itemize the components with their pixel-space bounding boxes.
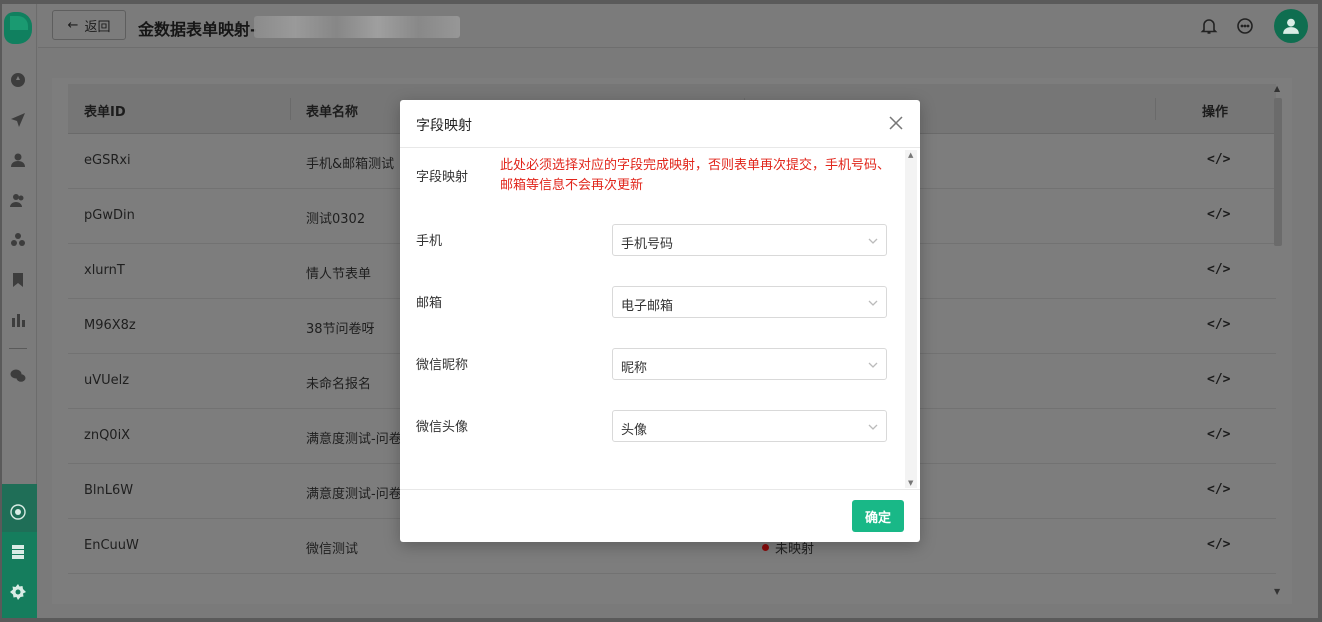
row-form-name: 满意度测试-问卷 [306, 487, 402, 502]
user-avatar[interactable] [1274, 9, 1308, 43]
wechat-icon[interactable] [10, 368, 26, 384]
code-icon[interactable]: </> [1207, 427, 1230, 442]
users-icon[interactable] [10, 192, 26, 208]
row-form-id: uVUelz [84, 373, 130, 388]
warning-notice: 此处必须选择对应的字段完成映射，否则表单再次提交，手机号码、邮箱等信息不会再次更… [500, 158, 891, 193]
row-form-id: M96X8z [84, 318, 136, 333]
field-label-nickname: 微信昵称 [416, 358, 469, 373]
chevron-down-icon [868, 235, 878, 245]
row-form-name: 满意度测试-问卷 [306, 432, 402, 447]
sidebar-bottom-panel [2, 484, 37, 618]
settings-gear-icon[interactable] [10, 584, 26, 600]
dialog-scrollbar[interactable]: ▲ ▼ [905, 150, 917, 488]
scrollbar-thumb[interactable] [1274, 98, 1282, 246]
bell-icon[interactable] [1200, 17, 1218, 39]
top-bar: ← 返回 金数据表单映射- [38, 4, 1318, 48]
page-scrollbar[interactable]: ▲ ▼ [1272, 84, 1284, 596]
field-label-email: 邮箱 [416, 296, 443, 311]
user-icon[interactable] [10, 152, 26, 168]
code-icon[interactable]: </> [1207, 482, 1230, 497]
field-label-phone: 手机 [416, 234, 443, 249]
group-icon[interactable] [10, 232, 26, 248]
scroll-down-arrow[interactable]: ▼ [1274, 587, 1280, 596]
avatar-mapping-select[interactable]: 头像 [612, 410, 887, 442]
bar-chart-icon[interactable] [10, 312, 26, 328]
row-form-id: EnCuuW [84, 538, 139, 553]
row-form-id: BlnL6W [84, 483, 134, 498]
dialog-header: 字段映射 [400, 100, 920, 148]
chevron-down-icon [868, 359, 878, 369]
back-button[interactable]: ← 返回 [52, 10, 126, 40]
row-form-id: znQ0iX [84, 428, 131, 443]
row-form-name: 38节问卷呀 [306, 322, 375, 337]
confirm-button[interactable]: 确定 [852, 500, 904, 532]
row-form-name: 未命名报名 [306, 377, 372, 392]
select-value: 头像 [621, 423, 648, 438]
row-form-name: 微信测试 [306, 542, 359, 557]
chevron-down-icon [868, 297, 878, 307]
field-label-avatar: 微信头像 [416, 420, 469, 435]
arrow-left-icon: ← [67, 17, 79, 33]
app-logo [4, 12, 32, 44]
page-title: 金数据表单映射- [138, 20, 257, 39]
header-form-id: 表单ID [84, 105, 126, 120]
row-form-id: eGSRxi [84, 153, 131, 168]
server-icon[interactable] [10, 544, 26, 560]
header-form-name: 表单名称 [306, 105, 359, 120]
select-value: 昵称 [621, 361, 648, 376]
integration-icon[interactable] [10, 504, 26, 520]
code-icon[interactable]: </> [1207, 262, 1230, 277]
code-icon[interactable]: </> [1207, 152, 1230, 167]
redacted-title-block [254, 16, 460, 38]
select-value: 电子邮箱 [621, 299, 674, 314]
select-value: 手机号码 [621, 237, 674, 252]
scroll-down-arrow[interactable]: ▼ [908, 479, 913, 487]
code-icon[interactable]: </> [1207, 537, 1230, 552]
person-icon [1283, 18, 1299, 34]
field-mapping-dialog: 字段映射 字段映射 此处必须选择对应的字段完成映射，否则表单再次提交，手机号码、… [400, 100, 920, 542]
chevron-down-icon [868, 421, 878, 431]
message-icon[interactable] [1236, 17, 1254, 39]
code-icon[interactable]: </> [1207, 207, 1230, 222]
back-button-label: 返回 [84, 19, 111, 35]
dashboard-icon[interactable] [10, 72, 26, 88]
sidebar [2, 4, 37, 618]
dialog-footer: 确定 [400, 489, 920, 542]
row-form-name: 情人节表单 [306, 267, 372, 282]
phone-mapping-select[interactable]: 手机号码 [612, 224, 887, 256]
bookmark-icon[interactable] [10, 272, 26, 288]
dialog-body: 字段映射 此处必须选择对应的字段完成映射，否则表单再次提交，手机号码、邮箱等信息… [400, 148, 920, 489]
row-form-id: pGwDin [84, 208, 135, 223]
scroll-up-arrow[interactable]: ▲ [908, 151, 913, 159]
header-actions: 操作 [1202, 105, 1229, 120]
scroll-up-arrow[interactable]: ▲ [1274, 84, 1280, 93]
code-icon[interactable]: </> [1207, 372, 1230, 387]
send-icon[interactable] [10, 112, 26, 128]
row-form-name: 手机&邮箱测试 [306, 157, 395, 172]
nickname-mapping-select[interactable]: 昵称 [612, 348, 887, 380]
status-dot [762, 544, 769, 551]
sidebar-divider [9, 348, 27, 349]
dialog-title: 字段映射 [416, 118, 472, 134]
email-mapping-select[interactable]: 电子邮箱 [612, 286, 887, 318]
notice-label: 字段映射 [416, 170, 469, 185]
code-icon[interactable]: </> [1207, 317, 1230, 332]
row-form-id: xlurnT [84, 263, 125, 278]
row-form-name: 测试0302 [306, 212, 366, 227]
close-icon[interactable] [888, 115, 904, 131]
